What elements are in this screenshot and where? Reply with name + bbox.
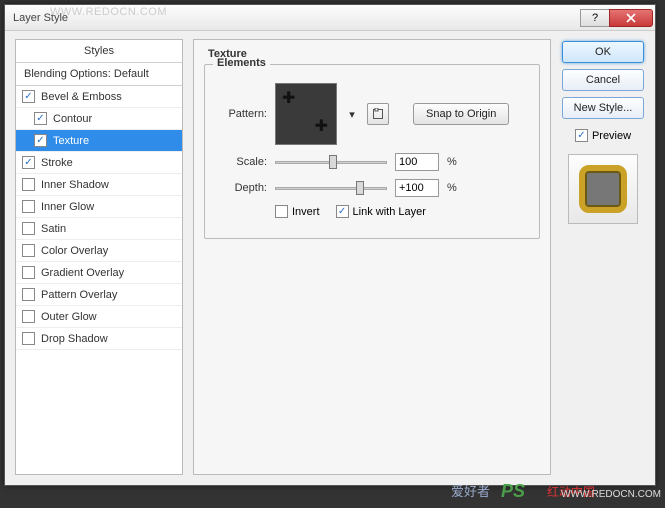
scale-unit: % <box>447 156 457 168</box>
new-preset-icon <box>372 108 384 120</box>
style-row-texture[interactable]: Texture <box>16 130 182 152</box>
preview-swatch <box>579 165 627 213</box>
scale-label: Scale: <box>215 156 267 168</box>
style-label: Inner Shadow <box>41 179 109 191</box>
blending-options-row[interactable]: Blending Options: Default <box>16 63 182 86</box>
help-icon: ? <box>592 12 598 24</box>
checkbox-icon <box>575 129 588 142</box>
pattern-row: Pattern: ✚ ✚ ▾ Snap to Origin <box>215 83 529 145</box>
scale-slider[interactable] <box>275 155 387 169</box>
style-row-satin[interactable]: Satin <box>16 218 182 240</box>
style-row-contour[interactable]: Contour <box>16 108 182 130</box>
style-row-bevel-emboss[interactable]: Bevel & Emboss <box>16 86 182 108</box>
scale-input[interactable] <box>395 153 439 171</box>
style-row-inner-glow[interactable]: Inner Glow <box>16 196 182 218</box>
checkbox-icon <box>22 332 35 345</box>
style-row-inner-shadow[interactable]: Inner Shadow <box>16 174 182 196</box>
style-label: Bevel & Emboss <box>41 91 122 103</box>
invert-label: Invert <box>292 206 320 218</box>
styles-list: Styles Blending Options: Default Bevel &… <box>15 39 183 475</box>
watermark-aihao: 爱好者 <box>451 481 490 500</box>
close-button[interactable] <box>609 9 653 27</box>
style-label: Drop Shadow <box>41 333 108 345</box>
style-label: Satin <box>41 223 66 235</box>
style-label: Contour <box>53 113 92 125</box>
preview-checkbox[interactable]: Preview <box>575 129 631 142</box>
style-label: Outer Glow <box>41 311 97 323</box>
elements-legend: Elements <box>213 57 270 69</box>
style-row-color-overlay[interactable]: Color Overlay <box>16 240 182 262</box>
dialog-window: Layer Style ? Styles Blending Options: D… <box>4 4 656 486</box>
checkbox-icon <box>22 310 35 323</box>
watermark-url: WWW.REDOCN.COM <box>561 489 661 500</box>
checkbox-icon <box>275 205 288 218</box>
new-style-button[interactable]: New Style... <box>562 97 644 119</box>
right-buttons: OK Cancel New Style... Preview <box>561 39 645 475</box>
options-row: Invert Link with Layer <box>275 205 529 218</box>
pattern-glyph-icon: ✚ <box>315 116 328 136</box>
link-label: Link with Layer <box>353 206 426 218</box>
checkbox-icon <box>336 205 349 218</box>
style-label: Stroke <box>41 157 73 169</box>
snap-to-origin-button[interactable]: Snap to Origin <box>413 103 509 125</box>
depth-unit: % <box>447 182 457 194</box>
style-row-outer-glow[interactable]: Outer Glow <box>16 306 182 328</box>
ok-button[interactable]: OK <box>562 41 644 63</box>
pattern-glyph-icon: ✚ <box>282 88 295 108</box>
close-icon <box>626 13 636 23</box>
checkbox-icon <box>22 156 35 169</box>
elements-fieldset: Elements Pattern: ✚ ✚ ▾ Snap to Origin <box>204 64 540 239</box>
style-label: Color Overlay <box>41 245 108 257</box>
pattern-dropdown-icon[interactable]: ▾ <box>345 108 359 121</box>
cancel-button[interactable]: Cancel <box>562 69 644 91</box>
checkbox-icon <box>22 266 35 279</box>
link-with-layer-checkbox[interactable]: Link with Layer <box>336 205 426 218</box>
checkbox-icon <box>22 288 35 301</box>
preview-label: Preview <box>592 130 631 142</box>
style-label: Inner Glow <box>41 201 94 213</box>
scale-row: Scale: % <box>215 153 529 171</box>
style-row-drop-shadow[interactable]: Drop Shadow <box>16 328 182 350</box>
checkbox-icon <box>22 200 35 213</box>
styles-header[interactable]: Styles <box>16 40 182 63</box>
new-preset-button[interactable] <box>367 103 389 125</box>
depth-slider[interactable] <box>275 181 387 195</box>
checkbox-icon <box>22 222 35 235</box>
depth-label: Depth: <box>215 182 267 194</box>
depth-row: Depth: % <box>215 179 529 197</box>
preview-thumbnail <box>568 154 638 224</box>
texture-panel: Texture Elements Pattern: ✚ ✚ ▾ Snap to … <box>193 39 551 475</box>
pattern-label: Pattern: <box>215 108 267 120</box>
style-label: Gradient Overlay <box>41 267 124 279</box>
watermark-ps: PS <box>501 481 525 502</box>
invert-checkbox[interactable]: Invert <box>275 205 320 218</box>
depth-input[interactable] <box>395 179 439 197</box>
help-button[interactable]: ? <box>580 9 610 27</box>
checkbox-icon <box>34 112 47 125</box>
checkbox-icon <box>34 134 47 147</box>
checkbox-icon <box>22 178 35 191</box>
style-row-stroke[interactable]: Stroke <box>16 152 182 174</box>
checkbox-icon <box>22 244 35 257</box>
style-label: Texture <box>53 135 89 147</box>
checkbox-icon <box>22 90 35 103</box>
dialog-body: Styles Blending Options: Default Bevel &… <box>5 31 655 485</box>
watermark-top: WWW.REDOCN.COM <box>50 6 167 18</box>
style-row-gradient-overlay[interactable]: Gradient Overlay <box>16 262 182 284</box>
pattern-picker[interactable]: ✚ ✚ <box>275 83 337 145</box>
window-buttons: ? <box>581 9 653 27</box>
style-row-pattern-overlay[interactable]: Pattern Overlay <box>16 284 182 306</box>
style-label: Pattern Overlay <box>41 289 117 301</box>
